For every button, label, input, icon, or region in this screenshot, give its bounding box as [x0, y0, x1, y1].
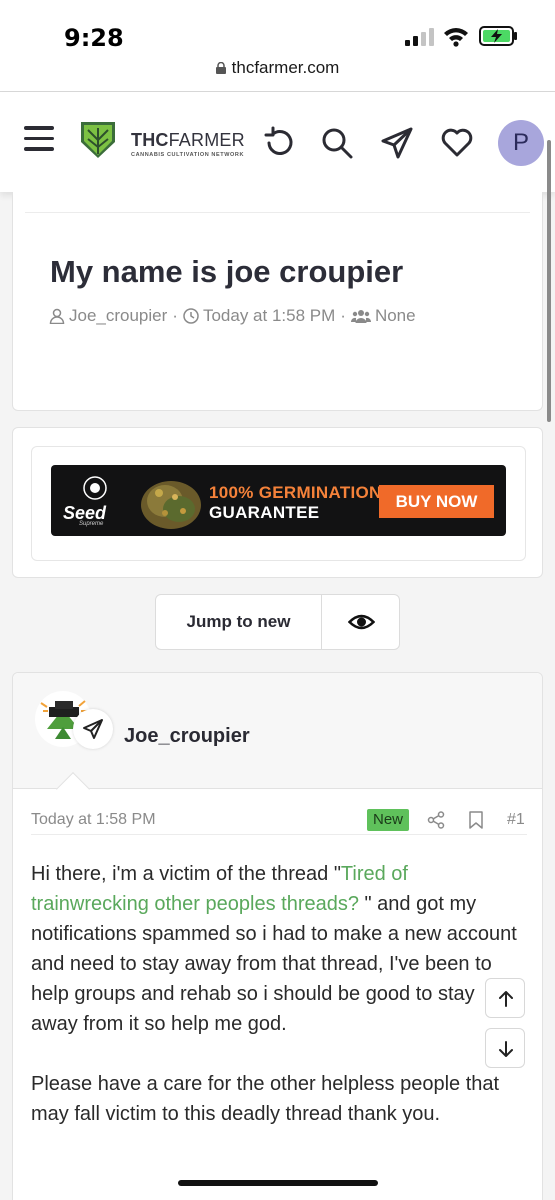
- author-badge: [73, 709, 113, 749]
- buy-now-button[interactable]: BUY NOW: [379, 485, 494, 518]
- site-tagline: CANNABIS CULTIVATION NETWORK: [131, 152, 245, 158]
- url-text: thcfarmer.com: [231, 58, 340, 77]
- site-logo-text[interactable]: THCFARMER: [131, 130, 245, 151]
- heart-icon[interactable]: [440, 126, 474, 160]
- post-body: Hi there, i'm a victim of the thread "Ti…: [31, 859, 526, 1159]
- site-header: THCFARMER CANNABIS CULTIVATION NETWORK P: [0, 92, 555, 192]
- ad-banner[interactable]: Seed Supreme 100% GERMINATION GUARANTEE …: [51, 465, 506, 536]
- clock: 9:28: [64, 24, 124, 52]
- post-paragraph-2: Please have a care for the other helples…: [31, 1073, 500, 1125]
- ad-container: Seed Supreme 100% GERMINATION GUARANTEE …: [31, 446, 526, 561]
- eye-icon: [348, 614, 375, 630]
- post-meta-bar: Today at 1:58 PM New #1: [31, 809, 527, 835]
- paper-plane-icon: [83, 719, 103, 739]
- thread-meta: Joe_croupier · Today at 1:58 PM · None: [49, 306, 416, 326]
- paper-plane-icon[interactable]: [380, 126, 414, 160]
- scroll-up-button[interactable]: [485, 978, 525, 1018]
- post-paragraph-1: Hi there, i'm a victim of the thread "Ti…: [31, 863, 517, 1035]
- post-author-header: Joe_croupier: [13, 673, 542, 806]
- post-author-name[interactable]: Joe_croupier: [124, 725, 250, 748]
- user-icon: [49, 308, 65, 324]
- home-indicator[interactable]: [178, 1180, 378, 1186]
- battery-charging-icon: [479, 26, 517, 46]
- search-icon[interactable]: [320, 126, 354, 160]
- users-icon: [350, 310, 371, 323]
- thread-audience: None: [374, 306, 416, 325]
- lock-icon: [215, 62, 226, 74]
- ad-headline-1: 100% GERMINATION: [209, 483, 382, 502]
- ad-card: Seed Supreme 100% GERMINATION GUARANTEE …: [12, 427, 543, 578]
- thread-author[interactable]: Joe_croupier: [69, 306, 167, 326]
- post-date[interactable]: Today at 1:58 PM: [31, 811, 156, 829]
- post-number[interactable]: #1: [507, 811, 525, 829]
- browser-status-bar: 9:28 thcfarmer.com: [0, 0, 555, 92]
- page-scrollbar[interactable]: [547, 140, 551, 422]
- cellular-signal-icon: [405, 28, 434, 46]
- share-icon[interactable]: [427, 811, 445, 829]
- thread-title: My name is joe croupier: [50, 254, 404, 289]
- user-avatar[interactable]: P: [498, 120, 544, 166]
- new-badge: New: [367, 809, 409, 831]
- refresh-icon[interactable]: [262, 126, 296, 160]
- watch-thread-button[interactable]: [322, 595, 400, 649]
- clock-icon: [183, 308, 199, 324]
- scroll-down-button[interactable]: [485, 1028, 525, 1068]
- ad-brand-sub: Supreme: [79, 521, 104, 527]
- thread-date[interactable]: Today at 1:58 PM: [203, 306, 335, 326]
- jump-to-new-button[interactable]: Jump to new: [156, 595, 322, 649]
- ad-headline-2: GUARANTEE: [209, 503, 320, 522]
- menu-icon[interactable]: [24, 126, 54, 154]
- wifi-icon: [444, 28, 468, 47]
- cannabis-bud-image: [141, 481, 201, 529]
- thcfarmer-logo-icon[interactable]: [80, 120, 116, 160]
- post-card: Joe_croupier Today at 1:58 PM New #1 Hi …: [12, 672, 543, 1200]
- thread-actions: Jump to new: [155, 594, 400, 650]
- arrow-down-icon: [499, 1041, 513, 1057]
- seed-brand-icon: [83, 476, 107, 500]
- thread-header-card: My name is joe croupier Joe_croupier · T…: [12, 192, 543, 411]
- address-bar[interactable]: thcfarmer.com: [0, 58, 555, 78]
- arrow-up-icon: [499, 991, 513, 1007]
- bookmark-icon[interactable]: [468, 811, 484, 829]
